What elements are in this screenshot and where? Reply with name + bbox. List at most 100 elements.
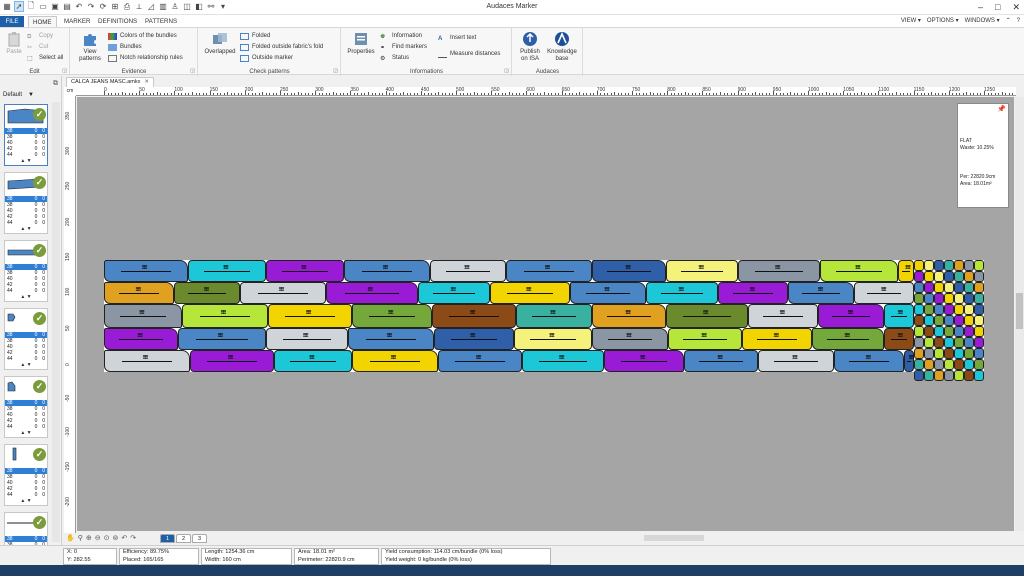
pattern-piece[interactable] <box>914 304 924 315</box>
pattern-piece[interactable]: ⩩⩩ <box>506 260 592 282</box>
pattern-piece[interactable] <box>974 359 984 370</box>
pattern-piece[interactable]: ⩩⩩ <box>666 304 748 328</box>
pattern-piece[interactable] <box>974 282 984 293</box>
canvas-horizontal-scrollbar[interactable] <box>644 535 704 541</box>
overlapped-button[interactable]: Overlapped <box>203 31 237 56</box>
informations-launcher-icon[interactable]: ◲ <box>504 68 509 74</box>
pattern-piece[interactable]: ⩩⩩ <box>266 328 348 350</box>
colors-bundles-button[interactable]: Colors of the bundles <box>108 32 177 40</box>
pattern-piece[interactable] <box>934 337 944 348</box>
pattern-piece[interactable] <box>964 348 974 359</box>
pattern-piece[interactable]: ⩩⩩ <box>178 328 266 350</box>
pattern-piece[interactable]: ⩩⩩ <box>182 304 268 328</box>
pattern-piece[interactable]: ⩩⩩ <box>904 350 914 372</box>
measure-distances-button[interactable]: Measure distances <box>438 50 500 58</box>
pattern-piece[interactable]: ⩩⩩ <box>104 328 178 350</box>
pattern-piece[interactable] <box>944 337 954 348</box>
pattern-piece[interactable] <box>924 326 934 337</box>
pattern-piece[interactable] <box>974 370 984 381</box>
pattern-piece[interactable]: ⩩⩩ <box>570 282 646 304</box>
pattern-piece[interactable] <box>914 271 924 282</box>
pattern-piece[interactable] <box>954 271 964 282</box>
minimize-ribbon-icon[interactable]: ⌃ <box>1006 16 1011 27</box>
pattern-piece[interactable] <box>974 293 984 304</box>
pattern-card[interactable]: ✓ 38 0 0 38 0 0 40 0 0 42 0 0 44 0 0 ▲ ▼ <box>4 172 48 234</box>
pattern-piece[interactable] <box>934 260 944 271</box>
pattern-piece[interactable] <box>944 293 954 304</box>
pattern-card[interactable]: ✓ 38 0 0 38 0 0 40 0 0 42 0 0 44 0 0 ▲ ▼ <box>4 308 48 370</box>
pattern-piece[interactable]: ⩩⩩ <box>788 282 854 304</box>
pattern-card[interactable]: ✓ 38 0 0 38 0 0 40 0 0 42 0 0 44 0 0 ▲ ▼ <box>4 240 48 302</box>
pattern-piece[interactable]: ⩩⩩ <box>820 260 898 282</box>
pattern-piece[interactable] <box>934 348 944 359</box>
pattern-piece[interactable] <box>944 282 954 293</box>
pattern-piece[interactable] <box>934 282 944 293</box>
pattern-card[interactable]: ✓ 38 0 0 38 0 0 40 0 0 42 0 0 44 0 0 ▲ ▼ <box>4 444 48 506</box>
pattern-piece[interactable]: ⩩⩩ <box>646 282 718 304</box>
canvas-vertical-scrollbar[interactable] <box>1015 97 1024 531</box>
sort-arrows-icon[interactable]: ▲ ▼ <box>5 430 47 437</box>
help-icon[interactable]: ? <box>1017 16 1020 27</box>
pattern-piece[interactable]: ⩩⩩ <box>434 328 514 350</box>
pattern-piece[interactable]: ⩩⩩ <box>352 304 432 328</box>
pattern-piece[interactable] <box>954 315 964 326</box>
pattern-piece[interactable]: ⩩⩩ <box>834 350 904 372</box>
pattern-piece[interactable] <box>954 260 964 271</box>
pattern-piece[interactable]: ⩩⩩ <box>854 282 914 304</box>
folded-button[interactable]: Folded <box>240 32 270 40</box>
pattern-piece[interactable]: ⩩⩩ <box>104 350 190 372</box>
bundle-group-selector[interactable]: Default ▼ <box>3 92 34 98</box>
pattern-piece[interactable]: ⩩⩩ <box>438 350 522 372</box>
pattern-piece[interactable] <box>914 293 924 304</box>
pattern-piece[interactable] <box>924 337 934 348</box>
tab-patterns[interactable]: PATTERNS <box>141 16 181 27</box>
pattern-piece[interactable]: ⩩⩩ <box>190 350 274 372</box>
pattern-piece[interactable] <box>974 315 984 326</box>
pattern-piece[interactable]: ⩩⩩ <box>418 282 490 304</box>
sort-arrows-icon[interactable]: ▲ ▼ <box>5 226 47 233</box>
pattern-piece[interactable] <box>964 337 974 348</box>
pattern-piece[interactable] <box>924 315 934 326</box>
pattern-piece[interactable]: ⩩⩩ <box>104 282 174 304</box>
tab-definitions[interactable]: DEFINITIONS <box>94 16 141 27</box>
pattern-piece[interactable]: ⩩⩩ <box>490 282 570 304</box>
knowledge-base-button[interactable]: Knowledge base <box>546 31 578 63</box>
paste-button[interactable]: Paste <box>3 31 25 56</box>
pattern-piece[interactable]: ⩩⩩ <box>818 304 884 328</box>
menu-view[interactable]: VIEW ▾ <box>901 16 921 27</box>
pattern-piece[interactable]: ⩩⩩ <box>812 328 884 350</box>
pattern-piece[interactable]: ⩩⩩ <box>718 282 788 304</box>
pattern-piece[interactable] <box>924 293 934 304</box>
pattern-card[interactable]: ✓ 38 0 0 38 0 0 40 0 0 42 0 0 44 0 0 ▲ ▼ <box>4 104 48 166</box>
pattern-piece[interactable]: ⩩⩩ <box>592 260 666 282</box>
pattern-piece[interactable] <box>924 359 934 370</box>
pattern-piece[interactable]: ⩩⩩ <box>592 328 668 350</box>
pattern-piece[interactable]: ⩩⩩ <box>268 304 352 328</box>
pattern-piece[interactable] <box>964 282 974 293</box>
pattern-piece[interactable]: ⩩⩩ <box>884 304 914 328</box>
menu-windows[interactable]: WINDOWS ▾ <box>965 16 1000 27</box>
pattern-piece[interactable] <box>954 348 964 359</box>
pattern-piece[interactable]: ⩩⩩ <box>432 304 516 328</box>
bundles-button[interactable]: Bundles <box>108 43 142 51</box>
sort-arrows-icon[interactable]: ▲ ▼ <box>5 362 47 369</box>
close-tab-icon[interactable]: ✕ <box>144 79 149 85</box>
pattern-piece[interactable] <box>944 260 954 271</box>
pattern-piece[interactable] <box>914 315 924 326</box>
pattern-piece[interactable]: ⩩⩩ <box>522 350 604 372</box>
pattern-piece[interactable] <box>974 304 984 315</box>
pattern-piece[interactable]: ⩩⩩ <box>738 260 820 282</box>
cut-button[interactable]: ✂ Cut <box>27 43 48 51</box>
zoom-undo-icon[interactable]: ↶ <box>121 534 127 542</box>
pattern-piece[interactable]: ⩩⩩ <box>742 328 812 350</box>
view-patterns-button[interactable]: View patterns <box>75 31 105 63</box>
marker-canvas[interactable]: ⩩⩩ ⩩⩩ ⩩⩩ ⩩⩩ ⩩⩩ ⩩⩩ ⩩⩩ ⩩⩩ ⩩⩩ ⩩⩩ ⩩⩩ ⩩⩩ ⩩⩩ ⩩⩩ ⩩⩩ ⩩⩩ ⩩⩩ ⩩⩩ ⩩⩩ ⩩⩩… <box>77 97 1014 531</box>
pattern-piece[interactable] <box>914 260 924 271</box>
pattern-piece[interactable]: ⩩⩩ <box>240 282 326 304</box>
pattern-piece[interactable] <box>914 337 924 348</box>
pattern-piece[interactable] <box>964 260 974 271</box>
pattern-piece[interactable] <box>934 271 944 282</box>
pattern-piece[interactable] <box>914 348 924 359</box>
page-tab[interactable]: 2 <box>176 534 191 543</box>
pattern-piece[interactable]: ⩩⩩ <box>104 260 188 282</box>
